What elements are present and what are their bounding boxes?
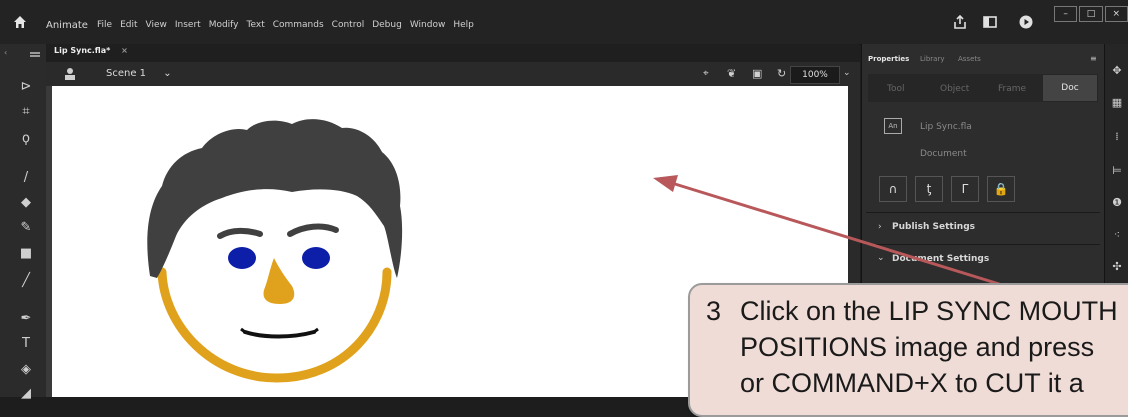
panel-menu-icon[interactable]: [30, 52, 40, 54]
menu-control[interactable]: Control: [332, 20, 365, 30]
close-tab-icon[interactable]: ×: [121, 46, 128, 55]
color-icon[interactable]: ✥: [1110, 64, 1124, 78]
instruction-line-2: POSITIONS image and press: [740, 332, 1095, 362]
share-icon[interactable]: [952, 14, 968, 30]
mouth: [243, 330, 316, 339]
app-name[interactable]: Animate: [46, 20, 88, 31]
subtab-tool[interactable]: Tool: [887, 84, 904, 94]
document-tab-bar: [46, 44, 860, 62]
lasso-tool-icon[interactable]: ϙ: [18, 131, 34, 147]
edit-symbols-icon[interactable]: ❦: [727, 67, 736, 80]
minimize-button[interactable]: –: [1054, 6, 1078, 22]
instruction-line-1: Click on the LIP SYNC MOUTH: [740, 296, 1118, 326]
tab-library[interactable]: Library: [920, 55, 944, 63]
panel-collapse-icon[interactable]: ‹: [4, 48, 7, 57]
components-icon[interactable]: ✣: [1110, 260, 1124, 274]
motion-presets-icon[interactable]: ⁖: [1110, 228, 1124, 242]
menu-help[interactable]: Help: [453, 20, 474, 30]
menu-window[interactable]: Window: [410, 20, 446, 30]
home-icon[interactable]: [12, 14, 28, 30]
chevron-down-icon: ⌄: [163, 68, 172, 79]
line-tool-icon[interactable]: ╱: [18, 273, 34, 289]
free-transform-tool-icon[interactable]: ⌗: [18, 104, 34, 120]
panel-options-icon[interactable]: ≡: [1090, 54, 1097, 63]
menu-edit[interactable]: Edit: [120, 20, 137, 30]
clip-content-icon[interactable]: ▣: [752, 67, 762, 80]
hair: [147, 119, 403, 278]
annotation-arrow: [653, 175, 1013, 290]
document-icon: An: [884, 118, 902, 134]
zoom-field[interactable]: 100%: [790, 66, 840, 84]
rotate-stage-icon[interactable]: ↻: [777, 67, 786, 80]
menu-debug[interactable]: Debug: [372, 20, 402, 30]
document-tab[interactable]: Lip Sync.fla* ×: [54, 46, 128, 55]
transform-icon[interactable]: ⊨: [1110, 164, 1124, 178]
eyedropper-tool-icon[interactable]: ◢: [18, 386, 34, 402]
tab-properties[interactable]: Properties: [868, 55, 909, 63]
menu-commands[interactable]: Commands: [273, 20, 324, 30]
paint-brush-tool-icon[interactable]: ✎: [18, 220, 34, 236]
document-tab-label: Lip Sync.fla*: [54, 46, 111, 55]
tab-assets[interactable]: Assets: [958, 55, 981, 63]
subtab-frame[interactable]: Frame: [998, 84, 1026, 94]
pen-tool-icon[interactable]: ✒: [18, 311, 34, 327]
instruction-text: 3 Click on the LIP SYNC MOUTH POSITIONS i…: [706, 293, 1126, 401]
pencil-tool-icon[interactable]: /: [18, 170, 34, 186]
swatches-icon[interactable]: ▦: [1110, 96, 1124, 110]
center-stage-icon[interactable]: ⌖: [703, 68, 709, 79]
right-eyebrow: [287, 223, 339, 237]
workspace-icon[interactable]: [982, 14, 998, 30]
menu-view[interactable]: View: [146, 20, 167, 30]
zoom-dropdown-icon[interactable]: ⌄: [843, 68, 851, 78]
menu-insert[interactable]: Insert: [175, 20, 201, 30]
menu-text[interactable]: Text: [247, 20, 265, 30]
nose: [263, 258, 295, 304]
scene-label: Scene 1: [106, 68, 147, 79]
align-panel-icon[interactable]: ⁞: [1110, 130, 1124, 144]
scene-selector[interactable]: Scene 1 ⌄: [106, 68, 172, 79]
test-movie-icon[interactable]: [1018, 14, 1034, 30]
main-menu: File Edit View Insert Modify Text Comman…: [97, 20, 474, 30]
subtab-object[interactable]: Object: [940, 84, 969, 94]
scene-icon[interactable]: [62, 66, 78, 82]
menu-modify[interactable]: Modify: [209, 20, 239, 30]
document-name: Lip Sync.fla: [920, 122, 972, 132]
subtab-doc[interactable]: Doc: [1043, 75, 1097, 101]
text-tool-icon[interactable]: T: [18, 336, 34, 352]
left-eye: [228, 247, 256, 269]
rectangle-tool-icon[interactable]: ■: [18, 246, 34, 262]
window-controls: – □ ×: [1054, 6, 1128, 22]
close-button[interactable]: ×: [1104, 6, 1128, 22]
menu-file[interactable]: File: [97, 20, 112, 30]
brush-tool-icon[interactable]: ◆: [18, 195, 34, 211]
paint-bucket-tool-icon[interactable]: ◈: [18, 362, 34, 378]
document-type: Document: [920, 149, 967, 159]
instruction-line-3: or COMMAND+X to CUT it a: [740, 368, 1084, 398]
info-icon[interactable]: ❶: [1110, 196, 1124, 210]
maximize-button[interactable]: □: [1079, 6, 1103, 22]
selection-tool-icon[interactable]: ⊳: [18, 79, 34, 95]
left-eyebrow: [217, 227, 263, 239]
right-eye: [302, 247, 330, 269]
menu-bar: Animate File Edit View Insert Modify Tex…: [0, 0, 1128, 45]
step-number: 3: [706, 296, 722, 326]
